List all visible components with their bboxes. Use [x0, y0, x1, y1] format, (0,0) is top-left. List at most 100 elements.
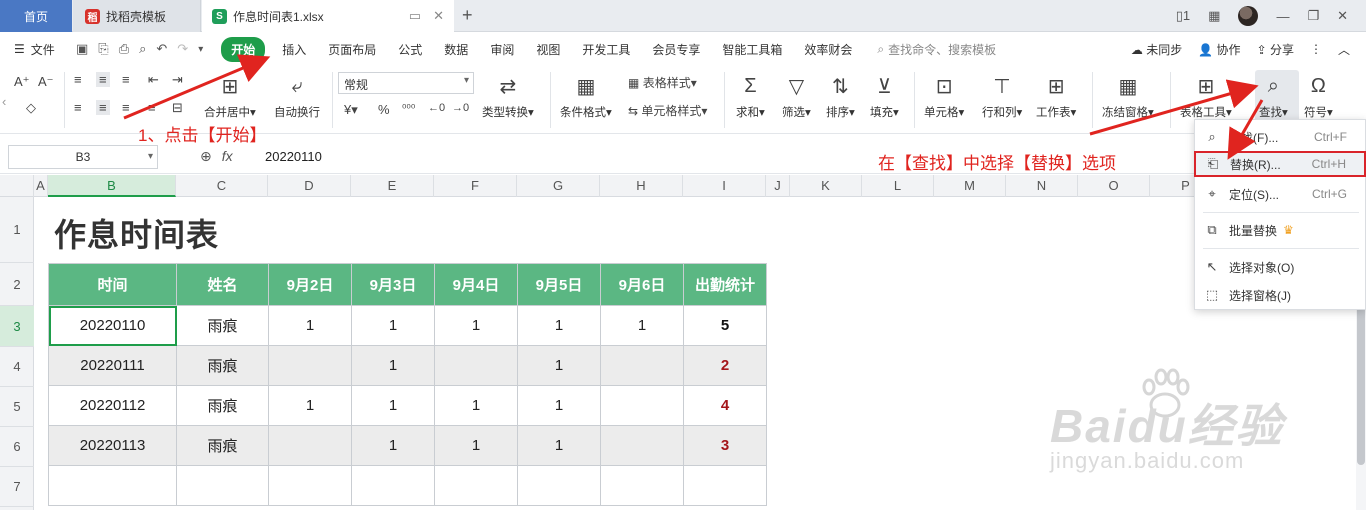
merge-button[interactable]: ⊞ 合并居中▾: [204, 72, 256, 120]
table-cell[interactable]: 1: [434, 385, 518, 426]
menu-item-goto[interactable]: ⌖ 定位(S)... Ctrl+G: [1195, 181, 1365, 207]
ribbon-scroll-left-icon[interactable]: ‹: [2, 94, 6, 109]
font-increase-icon[interactable]: A⁺: [14, 74, 30, 90]
collapse-ribbon-icon[interactable]: ︿: [1338, 41, 1350, 58]
column-header[interactable]: F: [434, 175, 517, 197]
header-cell[interactable]: 出勤统计: [683, 263, 767, 306]
tab-view[interactable]: 视图: [536, 41, 560, 58]
table-cell[interactable]: 1: [600, 305, 684, 346]
header-cell[interactable]: 姓名: [176, 263, 269, 306]
share-button[interactable]: ⇪ 分享: [1257, 41, 1294, 58]
menu-item-select-objects[interactable]: ↖ 选择对象(O): [1195, 254, 1365, 280]
table-cell[interactable]: [268, 465, 352, 506]
table-cell[interactable]: 1: [517, 305, 601, 346]
tab-formula[interactable]: 公式: [398, 41, 422, 58]
align-right-icon[interactable]: ≡: [122, 100, 130, 115]
save-icon[interactable]: ▣: [76, 41, 88, 57]
rowcol-button[interactable]: ⊤ 行和列▾: [982, 72, 1022, 120]
add-tab-icon[interactable]: +: [462, 5, 473, 26]
more-icon[interactable]: ▾: [198, 44, 203, 55]
count-cell[interactable]: 4: [683, 385, 767, 426]
header-cell[interactable]: 时间: [48, 263, 177, 306]
table-cell[interactable]: [517, 465, 601, 506]
column-header[interactable]: G: [517, 175, 600, 197]
table-cell[interactable]: 20220112: [48, 385, 177, 426]
table-cell[interactable]: [683, 465, 767, 506]
table-cell[interactable]: [268, 425, 352, 466]
filter-button[interactable]: ▽ 筛选▾: [782, 72, 811, 120]
name-box[interactable]: B3 ▾: [8, 145, 158, 169]
zoom-icon[interactable]: ⊕: [200, 148, 212, 165]
preview-icon[interactable]: ⌕: [139, 41, 146, 57]
tab-review[interactable]: 审阅: [490, 41, 514, 58]
table-cell[interactable]: [600, 345, 684, 386]
table-cell[interactable]: 1: [517, 345, 601, 386]
table-cell[interactable]: 20220111: [48, 345, 177, 386]
sheet-title[interactable]: 作息时间表: [54, 210, 219, 256]
formula-input[interactable]: 20220110: [265, 149, 322, 164]
worksheet-button[interactable]: ⊞ 工作表▾: [1036, 72, 1076, 120]
table-cell[interactable]: 1: [351, 385, 435, 426]
table-cell[interactable]: [268, 345, 352, 386]
fill-button[interactable]: ⊻ 填充▾: [870, 72, 899, 120]
table-cell[interactable]: 1: [434, 425, 518, 466]
export-icon[interactable]: ⎘: [98, 41, 108, 57]
column-header[interactable]: L: [862, 175, 934, 197]
conditional-format-button[interactable]: ▦ 条件格式▾: [560, 72, 612, 120]
column-header[interactable]: K: [790, 175, 862, 197]
thousands-icon[interactable]: ⁰⁰⁰: [402, 102, 415, 115]
table-cell[interactable]: [434, 465, 518, 506]
table-cell[interactable]: [600, 465, 684, 506]
command-search[interactable]: ⌕ 查找命令、搜索模板: [877, 41, 996, 58]
header-cell[interactable]: 9月3日: [351, 263, 435, 306]
undo-icon[interactable]: ↶: [156, 41, 167, 57]
align-bottom-icon[interactable]: ≡: [122, 72, 130, 87]
table-cell[interactable]: [351, 465, 435, 506]
pin-icon[interactable]: ▭: [409, 8, 421, 24]
tab-finance[interactable]: 效率财会: [804, 41, 852, 58]
cell-style-button[interactable]: ⇆ 单元格样式▾: [628, 102, 707, 119]
fx-icon[interactable]: fx: [222, 148, 233, 165]
number-format-select[interactable]: 常规: [338, 72, 474, 94]
wrap-button[interactable]: ⤶ 自动换行: [274, 72, 320, 120]
column-header[interactable]: H: [600, 175, 683, 197]
eraser-icon[interactable]: ◇: [26, 100, 36, 116]
column-header[interactable]: D: [268, 175, 351, 197]
column-header[interactable]: I: [683, 175, 766, 197]
align-center-icon[interactable]: ≡: [96, 100, 110, 115]
column-header[interactable]: B: [48, 175, 176, 197]
percent-icon[interactable]: %: [378, 102, 390, 117]
indent-increase-icon[interactable]: ⇥: [172, 72, 183, 88]
column-header[interactable]: C: [176, 175, 268, 197]
column-header[interactable]: E: [351, 175, 434, 197]
currency-icon[interactable]: ¥▾: [344, 102, 358, 118]
table-cell[interactable]: [434, 345, 518, 386]
sum-button[interactable]: Σ 求和▾: [736, 72, 765, 120]
row-header[interactable]: 3: [0, 306, 34, 347]
font-decrease-icon[interactable]: A⁻: [38, 74, 54, 90]
column-header[interactable]: M: [934, 175, 1006, 197]
column-header[interactable]: N: [1006, 175, 1078, 197]
row-header[interactable]: 6: [0, 427, 34, 467]
tab-file[interactable]: S 作息时间表1.xlsx ▭ ✕: [202, 0, 454, 32]
layout-icon[interactable]: ▯1: [1176, 8, 1190, 24]
count-cell[interactable]: 2: [683, 345, 767, 386]
header-cell[interactable]: 9月6日: [600, 263, 684, 306]
menu-item-find[interactable]: ⌕ 查找(F)... Ctrl+F: [1195, 124, 1365, 150]
table-cell[interactable]: 20220113: [48, 425, 177, 466]
table-tools-button[interactable]: ⊞ 表格工具▾: [1180, 72, 1232, 120]
align-left-icon[interactable]: ≡: [74, 100, 82, 115]
tab-member[interactable]: 会员专享: [652, 41, 700, 58]
header-cell[interactable]: 9月2日: [268, 263, 352, 306]
column-header[interactable]: A: [34, 175, 48, 197]
sync-button[interactable]: ☁ 未同步: [1131, 41, 1182, 58]
tab-data[interactable]: 数据: [444, 41, 468, 58]
table-cell[interactable]: 雨痕: [176, 305, 269, 346]
row-header[interactable]: 4: [0, 347, 34, 387]
column-header[interactable]: J: [766, 175, 790, 197]
tab-template[interactable]: 稻 找稻壳模板: [73, 0, 201, 32]
close-window-icon[interactable]: ✕: [1337, 8, 1348, 24]
row-header[interactable]: 2: [0, 263, 34, 306]
count-cell[interactable]: 3: [683, 425, 767, 466]
table-cell[interactable]: [600, 385, 684, 426]
